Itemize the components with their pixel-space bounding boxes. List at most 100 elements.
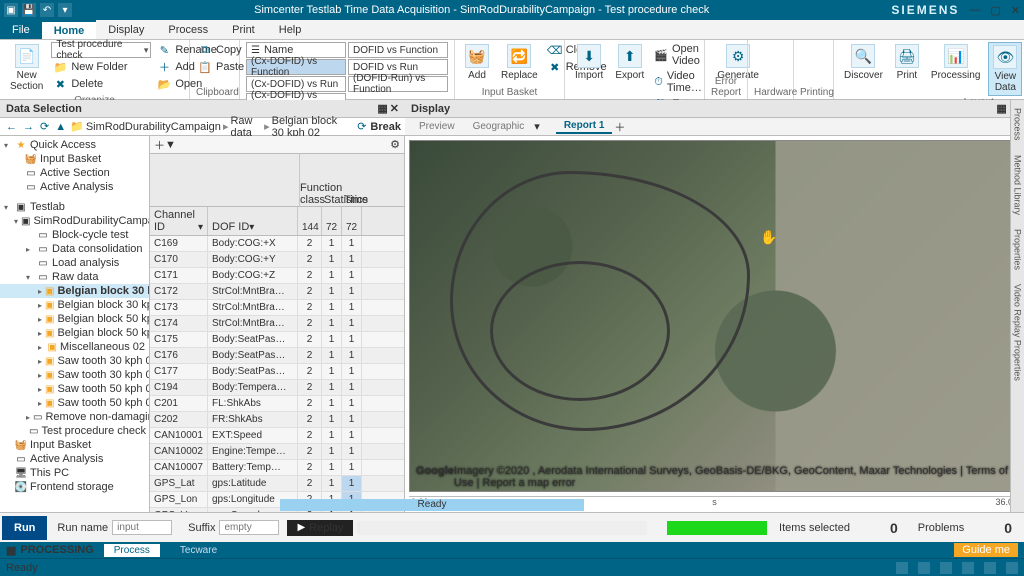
menu-help[interactable]: Help xyxy=(267,20,314,39)
replay-button[interactable]: ▶ Replay xyxy=(287,520,353,536)
basket-replace-button[interactable]: 🔁Replace xyxy=(497,42,542,83)
tree-campaign[interactable]: ▾▣SimRodDurabilityCampaign xyxy=(0,214,149,228)
grid-row[interactable]: C174StrCol:MntBra…211 xyxy=(150,316,404,332)
nav-fwd-icon[interactable]: → xyxy=(21,121,36,133)
new-section-button[interactable]: 📄New Section xyxy=(6,42,47,94)
col-time[interactable]: Time xyxy=(344,194,364,206)
menu-display[interactable]: Display xyxy=(96,20,156,39)
tree-item[interactable]: ▭Test procedure check xyxy=(0,424,149,438)
grid-row[interactable]: C202FR:ShkAbs211 xyxy=(150,412,404,428)
grid-row[interactable]: CAN10002Engine:Tempe…211 xyxy=(150,444,404,460)
grid-row[interactable]: C175Body:SeatPas…211 xyxy=(150,332,404,348)
views-item[interactable]: (Cx-DOFID) vs Function xyxy=(246,59,346,75)
map-view[interactable]: ✋ Google Imagery ©2020 , Aerodata Intern… xyxy=(409,140,1020,492)
view-data-button[interactable]: 👁View Data xyxy=(988,42,1022,96)
status-icon[interactable] xyxy=(918,562,930,574)
tree-item[interactable]: 🧺Input Basket xyxy=(0,152,149,166)
print-button[interactable]: 🖨Print xyxy=(891,42,923,83)
close-button[interactable]: ✕ xyxy=(1011,4,1020,17)
tree-run-item[interactable]: ▸▣Saw tooth 50 kph 04 xyxy=(0,396,149,410)
open-video-button[interactable]: 🎬Open Video xyxy=(652,42,709,68)
grid-row[interactable]: C177Body:SeatPas…211 xyxy=(150,364,404,380)
pane-layout-icon[interactable]: ▦ xyxy=(377,102,387,115)
grid-row[interactable]: CAN10007Battery:Temp…211 xyxy=(150,460,404,476)
discover-button[interactable]: 🔍Discover xyxy=(840,42,887,83)
tab-add-icon[interactable]: ＋ xyxy=(614,119,625,135)
tree-testlab[interactable]: ▾▣Testlab xyxy=(0,200,149,214)
tab-geographic[interactable]: Geographic xyxy=(465,120,533,133)
run-button[interactable]: Run xyxy=(2,516,47,540)
minimize-button[interactable]: — xyxy=(969,4,980,17)
status-icon[interactable] xyxy=(940,562,952,574)
tree-run-item[interactable]: ▸▣Belgian block 30 kph 04 xyxy=(0,298,149,312)
grid-row[interactable]: C170Body:COG:+Y211 xyxy=(150,252,404,268)
tab-dropdown-icon[interactable]: ▾ xyxy=(534,120,540,133)
breadcrumb-item[interactable]: Raw data xyxy=(230,115,262,139)
undo-icon[interactable]: ↶ xyxy=(40,3,54,17)
status-icon[interactable] xyxy=(984,562,996,574)
grid-row[interactable]: C201FL:ShkAbs211 xyxy=(150,396,404,412)
add-column-icon[interactable]: ＋ xyxy=(154,137,165,153)
col-channel[interactable]: Channel ID ▾ xyxy=(150,207,208,235)
grid-row[interactable]: C194Body:Tempera…211 xyxy=(150,380,404,396)
menu-home[interactable]: Home xyxy=(42,20,97,39)
col-statistics[interactable]: Statistics xyxy=(324,194,344,206)
tree-run-item[interactable]: ▸▣Miscellaneous 02 xyxy=(0,340,149,354)
menu-file[interactable]: File xyxy=(0,20,42,39)
settings-icon[interactable]: ⚙ xyxy=(390,138,400,151)
tree-rawdata[interactable]: ▾▭Raw data xyxy=(0,270,149,284)
dropdown-icon[interactable]: ▾ xyxy=(58,3,72,17)
grid-row[interactable]: C172StrCol:MntBra…211 xyxy=(150,284,404,300)
tree-active-analysis[interactable]: ▭Active Analysis xyxy=(0,452,149,466)
tree-run-item[interactable]: ▸▣Saw tooth 30 kph 04 xyxy=(0,368,149,382)
grid-row[interactable]: C176Body:SeatPas…211 xyxy=(150,348,404,364)
paste-button[interactable]: 📋Paste xyxy=(196,59,246,75)
tree-item[interactable]: ▭Active Section xyxy=(0,166,149,180)
grid-row[interactable]: C173StrCol:MntBra…211 xyxy=(150,300,404,316)
side-tab-method-library[interactable]: Method Library xyxy=(1013,151,1023,219)
tree-input-basket[interactable]: 🧺Input Basket xyxy=(0,438,149,452)
section-combo[interactable]: Test procedure check xyxy=(51,42,151,58)
views-item[interactable]: (DOFID-Run) vs Function xyxy=(348,76,448,92)
tree-run-item[interactable]: ▸▣Saw tooth 30 kph 02 xyxy=(0,354,149,368)
status-icon[interactable] xyxy=(1006,562,1018,574)
guide-me-button[interactable]: Guide me xyxy=(954,543,1018,557)
pane-close-icon[interactable]: ✕ xyxy=(390,102,399,115)
import-button[interactable]: ⬇Import xyxy=(571,42,607,83)
tree-item[interactable]: ▭Load analysis xyxy=(0,256,149,270)
nav-back-icon[interactable]: ← xyxy=(4,121,19,133)
breadcrumb-item[interactable]: Belgian block 30 kph 02 xyxy=(272,115,352,139)
tab-preview[interactable]: Preview xyxy=(411,120,463,133)
subtab-tecware[interactable]: Tecware xyxy=(170,544,227,557)
grid-row[interactable]: C169Body:COG:+X211 xyxy=(150,236,404,252)
nav-up-icon[interactable]: ▲ xyxy=(53,121,68,133)
views-item[interactable]: DOFID vs Function xyxy=(348,42,448,58)
basket-add-button[interactable]: 🧺Add xyxy=(461,42,493,83)
reload-icon[interactable]: ⟳ xyxy=(355,120,368,133)
status-icon[interactable] xyxy=(896,562,908,574)
side-tab-properties[interactable]: Properties xyxy=(1013,225,1023,274)
tree-run-item[interactable]: ▸▣Belgian block 50 kph 02 xyxy=(0,312,149,326)
copy-button[interactable]: ⧉Copy xyxy=(196,42,246,58)
tree-item[interactable]: ▭Active Analysis xyxy=(0,180,149,194)
menu-process[interactable]: Process xyxy=(156,20,220,39)
subtab-process[interactable]: Process xyxy=(104,544,160,557)
processing-button[interactable]: 📊Processing xyxy=(927,42,984,83)
tree-item[interactable]: ▭Block-cycle test xyxy=(0,228,149,242)
grid-row[interactable]: C171Body:COG:+Z211 xyxy=(150,268,404,284)
export-button[interactable]: ⬆Export xyxy=(611,42,648,83)
status-icon[interactable] xyxy=(962,562,974,574)
breadcrumb-item[interactable]: SimRodDurabilityCampaign xyxy=(86,121,221,133)
tree-run-item[interactable]: ▸▣Saw tooth 50 kph 02 xyxy=(0,382,149,396)
break-button[interactable]: Break xyxy=(370,121,401,133)
tree-this-pc[interactable]: 🖥This PC xyxy=(0,466,149,480)
save-icon[interactable]: 💾 xyxy=(22,3,36,17)
tree-item[interactable]: ▸▭Data consolidation xyxy=(0,242,149,256)
nav-refresh-icon[interactable]: ⟳ xyxy=(38,120,51,133)
tree-item[interactable]: ▸▭Remove non-damaging events xyxy=(0,410,149,424)
side-tab-process[interactable]: Process xyxy=(1013,104,1023,145)
run-name-input[interactable] xyxy=(112,520,172,535)
col-dof[interactable]: DOF ID ▾ xyxy=(208,207,298,235)
tree-quick-access[interactable]: ▾★Quick Access xyxy=(0,138,149,152)
menu-print[interactable]: Print xyxy=(220,20,267,39)
